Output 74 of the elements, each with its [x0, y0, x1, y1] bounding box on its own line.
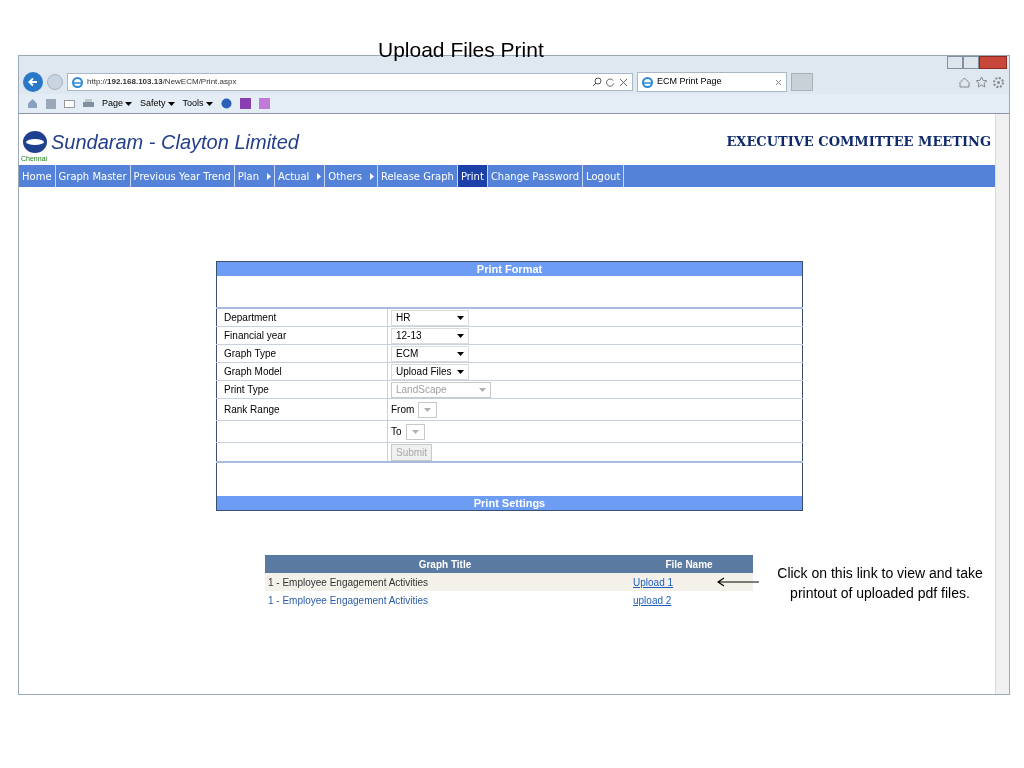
mail-icon[interactable]	[64, 99, 75, 108]
close-icon[interactable]	[775, 78, 782, 86]
new-tab-button[interactable]	[791, 73, 813, 91]
submenu-arrow-icon	[267, 172, 271, 180]
address-field[interactable]: http://192.168.103.13/NewECM/Print.aspx	[67, 73, 633, 91]
logo-icon	[23, 131, 47, 153]
command-menu[interactable]: Safety	[140, 96, 175, 111]
table-cell-text: 1 - Employee Engagement Activities	[267, 575, 430, 590]
caret-icon	[457, 351, 464, 356]
search-icon[interactable]	[592, 77, 602, 87]
back-arrow-icon	[28, 77, 38, 87]
submenu-arrow-icon	[317, 172, 322, 180]
panel-title: Print Settings	[473, 495, 546, 511]
browser-tab[interactable]: ECM Print Page	[637, 72, 787, 92]
nav-item[interactable]: Actual	[275, 165, 326, 187]
home-icon[interactable]	[958, 75, 971, 89]
nav-item[interactable]: Previous Year Trend	[130, 165, 235, 187]
nav-item[interactable]: Logout	[583, 165, 625, 187]
range-label: From	[391, 403, 415, 417]
file-link[interactable]: Upload 1	[633, 574, 674, 590]
nav-item[interactable]: Others	[325, 165, 378, 187]
caret-icon	[205, 101, 213, 106]
nav-item[interactable]: Print	[457, 165, 488, 187]
command-menu[interactable]: Page	[102, 96, 133, 111]
slide-title: Upload Files Print	[378, 37, 544, 63]
dropdown[interactable]: ECM	[391, 345, 469, 362]
caret-icon	[411, 429, 419, 434]
printer-icon[interactable]	[83, 98, 94, 109]
forward-button[interactable]	[47, 74, 63, 90]
dropdown[interactable]: Upload Files	[391, 363, 469, 380]
minimize-button[interactable]	[947, 56, 963, 69]
refresh-icon[interactable]	[606, 77, 615, 87]
field-label: Graph Type	[224, 347, 277, 361]
column-header: Graph Title	[417, 557, 473, 572]
tab-title: ECM Print Page	[657, 75, 723, 89]
caret-icon	[457, 369, 464, 374]
settings-icon[interactable]	[992, 75, 1005, 89]
nav-item[interactable]: Change Password	[487, 165, 584, 187]
browser-icon	[642, 76, 653, 88]
range-label: To	[391, 425, 402, 439]
company-name: Sundaram - Clayton Limited	[51, 130, 299, 154]
nav-item[interactable]: Release Graph	[377, 165, 458, 187]
browser-icon	[72, 76, 83, 88]
field-label: Rank Range	[224, 403, 280, 417]
nav-item[interactable]: Plan	[234, 165, 275, 187]
home-icon[interactable]	[27, 98, 38, 109]
caret-icon	[457, 333, 464, 338]
meeting-title: EXECUTIVE COMMITTEE MEETING	[726, 133, 991, 151]
column-header: File Name	[664, 557, 714, 572]
field-label: Print Type	[224, 383, 269, 397]
star-icon[interactable]	[975, 75, 988, 89]
stop-icon[interactable]	[619, 77, 628, 87]
close-button[interactable]	[979, 56, 1007, 69]
nav-item[interactable]: Home	[19, 165, 56, 187]
maximize-button[interactable]	[963, 56, 979, 69]
dropdown[interactable]: HR	[391, 309, 469, 326]
nav-item[interactable]: Graph Master	[55, 165, 131, 187]
panel-title: Print Format	[476, 261, 543, 277]
field-label: Graph Model	[224, 365, 282, 379]
field-label: Financial year	[224, 329, 287, 343]
back-button[interactable]	[23, 72, 43, 92]
annotation-text: Click on this link to view and take printout of uploaded pdf files.	[776, 564, 984, 603]
table-cell-text: 1 - Employee Engagement Activities	[267, 593, 430, 608]
annotation-arrow	[717, 577, 759, 587]
submenu-arrow-icon	[369, 172, 374, 180]
command-menu[interactable]: Tools	[182, 96, 213, 111]
dropdown[interactable]: 12-13	[391, 327, 469, 344]
caret-icon	[457, 315, 464, 320]
caret-icon	[479, 387, 486, 392]
caret-icon	[125, 101, 133, 106]
caret-icon	[167, 101, 175, 106]
caret-icon	[424, 407, 432, 412]
field-label: Department	[224, 311, 277, 325]
file-link[interactable]: upload 2	[633, 592, 672, 608]
